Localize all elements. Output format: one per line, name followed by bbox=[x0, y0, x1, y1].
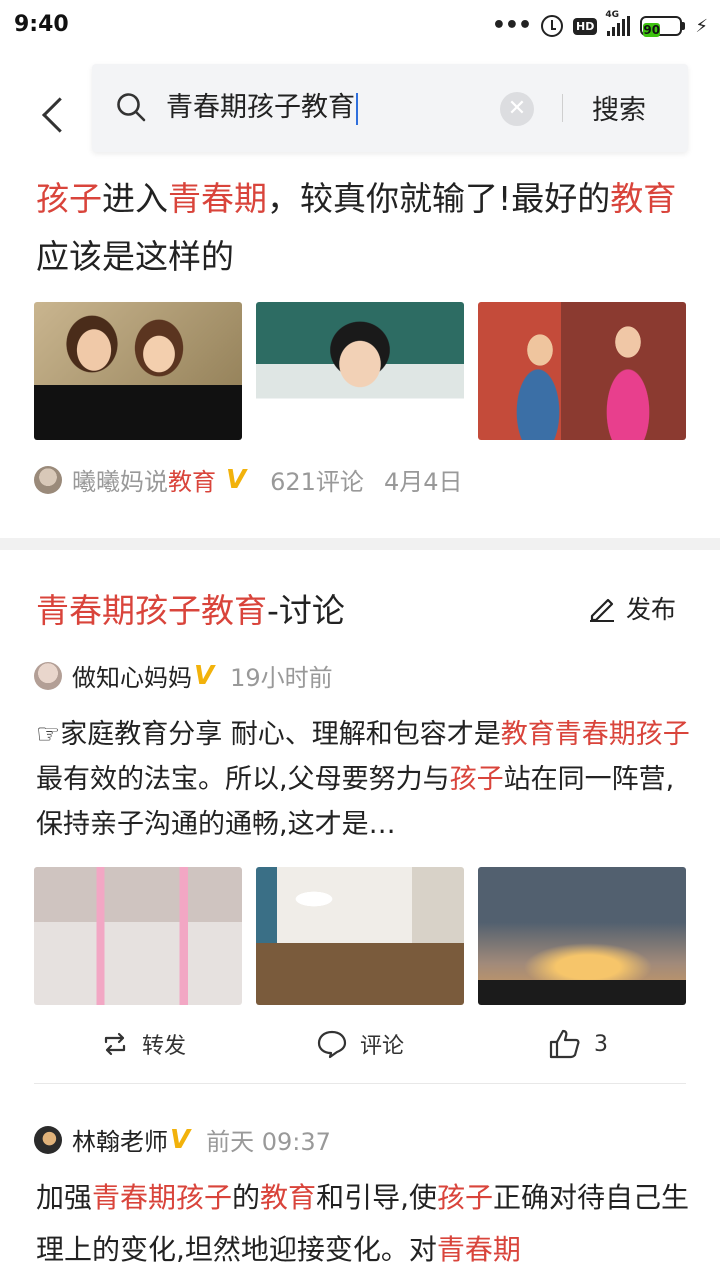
post1-time: 19小时前 bbox=[230, 664, 333, 692]
search-submit-button[interactable]: 搜索 bbox=[592, 88, 646, 127]
like-count: 3 bbox=[594, 1031, 608, 1057]
post1-avatar[interactable] bbox=[34, 661, 62, 690]
verified-v-icon: V bbox=[226, 464, 247, 495]
text-caret bbox=[356, 92, 358, 125]
clear-search-button[interactable]: ✕ bbox=[500, 92, 534, 126]
post1-image-2[interactable] bbox=[256, 867, 464, 1005]
highlighted-keyword: 青春期孩子 bbox=[92, 1181, 233, 1214]
search-header: 青春期孩子教育 ✕ 搜索 bbox=[0, 52, 720, 162]
verified-v-icon: V bbox=[194, 660, 215, 691]
text-segment: 最有效的法宝。所以,父母要努力与 bbox=[36, 764, 450, 795]
text-segment: 进入 bbox=[102, 179, 168, 218]
charging-icon: ⚡ bbox=[695, 15, 708, 37]
thumbs-up-icon bbox=[549, 1029, 580, 1059]
battery-icon: 90 bbox=[640, 16, 686, 37]
comment-icon bbox=[317, 1030, 347, 1059]
highlighted-keyword: 教育青春期孩子 bbox=[500, 719, 690, 750]
post1-author[interactable]: 做知心妈妈 bbox=[72, 658, 192, 693]
post2-text[interactable]: 加强青春期孩子的教育和引导,使孩子正确对待自己生理上的变化,坦然地迎接变化。对青… bbox=[36, 1172, 696, 1276]
publish-button[interactable]: 发布 bbox=[588, 590, 676, 626]
search-query: 青春期孩子教育 bbox=[166, 92, 355, 123]
status-icons: ••• HD 4G 90 ⚡ bbox=[491, 10, 708, 40]
article-title[interactable]: 孩子进入青春期，较真你就输了!最好的教育应该是这样的 bbox=[36, 170, 696, 286]
highlighted-keyword: 青春期 bbox=[168, 179, 267, 218]
repost-button[interactable]: 转发 bbox=[100, 1028, 186, 1060]
network-label: 4G bbox=[605, 10, 620, 20]
text-segment: 的 bbox=[232, 1181, 261, 1214]
search-input[interactable]: 青春期孩子教育 bbox=[166, 86, 426, 130]
highlighted-keyword: 孩子 bbox=[436, 1181, 493, 1214]
search-divider bbox=[562, 94, 563, 122]
article-thumbnail-1[interactable] bbox=[34, 302, 242, 440]
text-segment: 加强 bbox=[36, 1181, 93, 1214]
highlighted-keyword: 教育 bbox=[260, 1181, 317, 1214]
highlighted-keyword: 青春期 bbox=[436, 1233, 521, 1266]
status-bar: 9:40 ••• HD 4G 90 ⚡ bbox=[0, 0, 720, 52]
post2-author[interactable]: 林翰老师 bbox=[72, 1122, 168, 1157]
notification-dots-icon: ••• bbox=[491, 13, 532, 38]
text-segment: ，较真你就输了!最好的 bbox=[267, 179, 611, 218]
alarm-icon bbox=[541, 15, 564, 37]
battery-level: 90 bbox=[643, 23, 661, 37]
post1-text[interactable]: ☞家庭教育分享 耐心、理解和包容才是教育青春期孩子最有效的法宝。所以,父母要努力… bbox=[36, 712, 696, 847]
post2-meta: 林翰老师 V 前天 09:37 bbox=[34, 1122, 331, 1157]
verified-v-icon: V bbox=[170, 1124, 191, 1155]
pencil-icon bbox=[590, 598, 614, 622]
article-thumbnail-2[interactable] bbox=[256, 302, 464, 440]
article-author[interactable]: 曦曦妈说教育 bbox=[72, 462, 216, 497]
post1-meta: 做知心妈妈 V 19小时前 bbox=[34, 658, 333, 693]
text-segment: 应该是这样的 bbox=[36, 237, 234, 276]
highlighted-keyword: 孩子 bbox=[449, 764, 504, 795]
repost-icon bbox=[104, 1032, 126, 1056]
post2-time: 前天 09:37 bbox=[206, 1128, 331, 1156]
comment-button[interactable]: 评论 bbox=[316, 1028, 404, 1060]
hd-icon: HD bbox=[573, 17, 598, 35]
author-avatar[interactable] bbox=[34, 465, 62, 494]
like-button[interactable]: 3 bbox=[548, 1028, 608, 1060]
status-time: 9:40 bbox=[14, 12, 69, 37]
article-meta: 曦曦妈说教育 V 621评论 4月4日 bbox=[34, 462, 462, 497]
post1-image-1[interactable] bbox=[34, 867, 242, 1005]
publish-label: 发布 bbox=[626, 595, 677, 624]
text-segment: ☞家庭教育分享 耐心、理解和包容才是 bbox=[36, 719, 501, 750]
search-icon bbox=[117, 93, 146, 122]
article-date: 4月4日 bbox=[383, 468, 463, 496]
search-box[interactable]: 青春期孩子教育 ✕ 搜索 bbox=[92, 64, 688, 152]
signal-icon: 4G bbox=[605, 10, 631, 36]
article-comments: 621评论 bbox=[270, 468, 364, 496]
highlighted-keyword: 教育 bbox=[610, 179, 677, 218]
post2-avatar[interactable] bbox=[34, 1125, 62, 1154]
back-button[interactable] bbox=[30, 88, 60, 128]
post1-images bbox=[34, 867, 686, 1005]
text-segment: 和引导,使 bbox=[316, 1181, 437, 1214]
post-separator bbox=[34, 1083, 686, 1084]
section-divider bbox=[0, 538, 720, 550]
post1-image-3[interactable] bbox=[478, 867, 686, 1005]
post1-actions: 转发 评论 3 bbox=[34, 1020, 686, 1070]
article-thumbnail-3[interactable] bbox=[478, 302, 686, 440]
highlighted-keyword: 孩子 bbox=[36, 179, 102, 218]
discussion-title[interactable]: 青春期孩子教育-讨论 bbox=[36, 584, 345, 632]
article-thumbnails bbox=[34, 302, 686, 440]
